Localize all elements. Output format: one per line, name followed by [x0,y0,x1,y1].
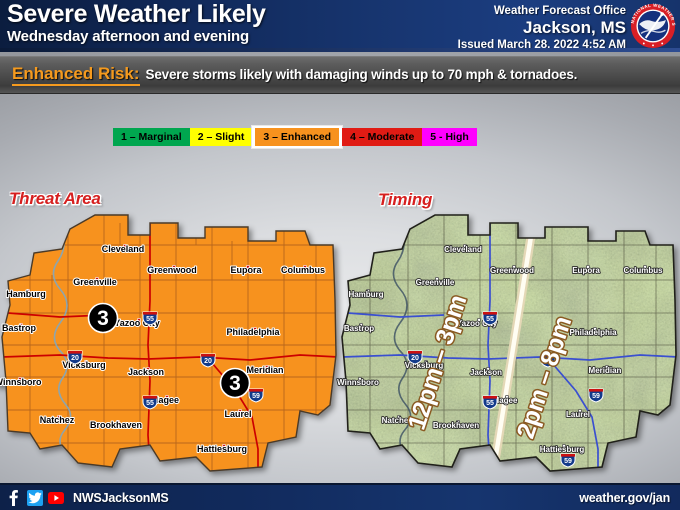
office-label: Weather Forecast Office [493,5,626,17]
risk-statement-bar: Enhanced Risk: Severe storms likely with… [0,56,680,94]
risk-marker: 3 [219,367,251,399]
social-handle: NWSJacksonMS [73,490,169,505]
city-label: Greenville [416,278,455,287]
city-label: Natchez [40,415,75,425]
legend-item-active-highlight: 3 – Enhanced [252,126,343,148]
issued-timestamp: Issued March 28, 2022 4:52 AM [457,39,626,51]
city-label: Greenville [73,277,117,287]
city-label: Bastrop [2,323,37,333]
legend-item-4: 4 – Moderate [342,128,423,146]
interstate-number: 55 [486,316,494,323]
city-label: Greenwood [490,266,534,275]
office-city: Jackson, MS [523,18,626,37]
city-label: Cleveland [444,245,482,254]
interstate-number: 59 [592,393,600,400]
city-label: Jackson [128,367,164,377]
office-info: Weather Forecast Office Jackson, MS Issu… [458,4,626,52]
interstate-shield-59: 59 [588,388,604,403]
interstate-number: 59 [564,458,572,465]
legend-item-1: 1 – Marginal [113,128,190,146]
page-subtitle: Wednesday afternoon and evening [7,28,249,45]
footer-bar: NWSJacksonMS weather.gov/jan [0,483,680,510]
city-label: Columbus [281,265,325,275]
interstate-shield-55: 55 [142,395,158,410]
city-label: Laurel [566,410,590,419]
city-label: Laurel [224,409,251,419]
youtube-icon[interactable] [48,490,64,506]
threat-area-map: Cleveland Greenville Greenwood Eupora Columb… [0,205,340,480]
timing-map: Cleveland Greenville Greenwood Eupora Columb… [336,205,680,480]
city-label: Hamburg [348,290,383,299]
interstate-shield-55: 55 [482,395,498,410]
city-label: Winnsboro [0,377,42,387]
city-label: Greenwood [147,265,197,275]
city-label: Meridian [589,366,622,375]
legend-item-5: 5 - High [422,128,477,146]
risk-statement-text: Severe storms likely with damaging winds… [145,67,578,82]
interstate-shield-20: 20 [407,350,423,365]
social-links: NWSJacksonMS [6,489,169,506]
city-label: Columbus [623,266,663,275]
website-link[interactable]: weather.gov/jan [579,491,670,505]
interstate-number: 20 [71,355,79,362]
city-label: Brookhaven [433,421,479,430]
city-label: Jackson [470,368,502,377]
header-bar: Severe Weather Likely Wednesday afternoo… [0,0,680,52]
interstate-number: 20 [411,355,419,362]
risk-marker-value: 3 [229,372,241,395]
city-label: Brookhaven [90,420,142,430]
interstate-number: 59 [252,393,260,400]
nws-logo: NATIONAL WEATHER SERVICE [630,3,676,49]
facebook-icon[interactable] [6,489,22,506]
interstate-number: 55 [486,400,494,407]
city-label: Cleveland [102,244,145,254]
city-label: Eupora [572,266,600,275]
city-label: Hamburg [6,289,46,299]
header-title-group: Severe Weather Likely Wednesday afternoo… [7,1,266,46]
city-label: Vicksburg [62,360,105,370]
city-label: Philadelphia [226,327,280,337]
page-title: Severe Weather Likely [7,0,266,28]
city-label: Meridian [246,365,283,375]
city-label: Hattiesburg [197,444,247,454]
city-label: Philadelphia [569,328,617,337]
risk-marker-value: 3 [97,307,109,330]
city-label: Hattiesburg [540,445,585,454]
twitter-icon[interactable] [27,489,43,506]
interstate-number: 55 [146,316,154,323]
legend-item-2: 2 – Slight [189,128,253,146]
city-label: Bastrop [344,324,374,333]
interstate-number: 20 [204,358,212,365]
city-label: Winnsboro [337,378,379,387]
interstate-shield-59: 59 [248,388,264,403]
weather-graphic: Severe Weather Likely Wednesday afternoo… [0,0,680,510]
interstate-number: 55 [146,400,154,407]
legend-item-3: 3 – Enhanced [255,128,340,146]
interstate-shield-59: 59 [560,453,576,468]
interstate-shield-20: 20 [200,353,216,368]
city-label: Eupora [230,265,262,275]
interstate-shield-55: 55 [142,311,158,326]
risk-legend: 1 – Marginal 2 – Slight 3 – Enhanced 4 – Mo… [113,126,477,148]
risk-marker: 3 [87,302,119,334]
interstate-shield-55: 55 [482,311,498,326]
interstate-shield-20: 20 [67,350,83,365]
risk-level-label: Enhanced Risk: [12,64,140,86]
